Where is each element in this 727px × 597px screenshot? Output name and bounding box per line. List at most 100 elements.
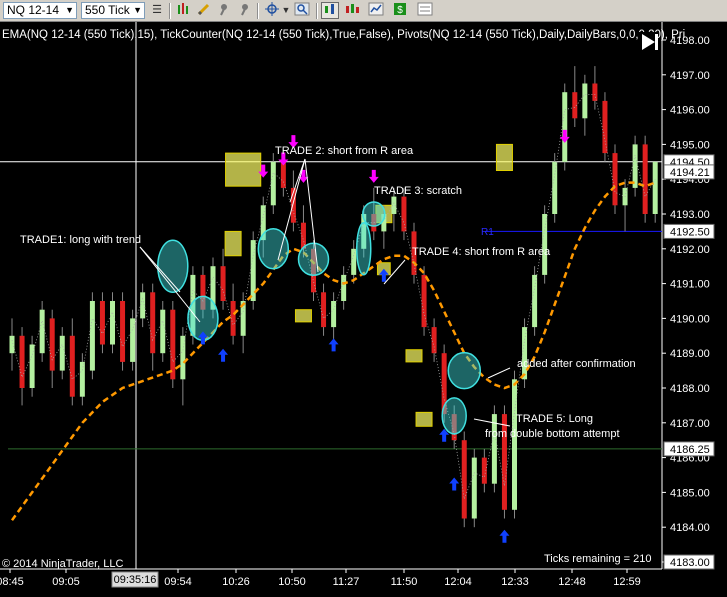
trade-ellipse	[447, 351, 481, 390]
svg-text:$: $	[397, 5, 403, 16]
candle-body	[491, 414, 497, 484]
price-chart[interactable]: EMA(NQ 12-14 (550 Tick),15), TickCounter…	[0, 22, 727, 597]
ticks-remaining: Ticks remaining = 210	[544, 553, 652, 565]
period-selector[interactable]: 550 Tick ▼	[81, 2, 145, 19]
candle-body	[652, 161, 658, 214]
magnifier-icon[interactable]	[293, 2, 311, 19]
candle-body	[140, 292, 146, 319]
candle-body	[120, 301, 126, 362]
candle-body	[431, 327, 437, 354]
entry-highlight-box	[225, 152, 262, 187]
period-label: 550 Tick	[85, 3, 130, 17]
pivot-r1-label: R1	[481, 227, 494, 238]
candle-body	[170, 309, 176, 380]
annotation-trade5-detail: from double bottom attempt	[485, 428, 620, 440]
time-tick-label: 12:33	[501, 576, 529, 588]
candle-body	[89, 301, 95, 371]
candle-body	[220, 266, 226, 301]
time-tick-label: 10:50	[278, 576, 306, 588]
toolbar-separator	[257, 3, 259, 19]
candle-body	[280, 161, 286, 188]
annotation-trade4: TRADE 4: short from R area	[412, 246, 551, 258]
time-tick-label: 12:48	[558, 576, 586, 588]
chevron-down-icon[interactable]: ▼	[281, 2, 291, 19]
pin-arrow-icon[interactable]	[235, 2, 253, 19]
annotation-trade5: TRADE 5: Long	[516, 413, 593, 425]
time-tick-label: 11:50	[391, 576, 418, 588]
price-flag-label: 4183.00	[670, 557, 710, 569]
trade-ellipse	[297, 242, 330, 276]
candle-body	[471, 457, 477, 519]
time-tick-label: 09:54	[164, 576, 192, 588]
time-tick-label: 09:05	[52, 576, 80, 588]
instrument-label: NQ 12-14	[7, 3, 60, 17]
candle-body	[602, 100, 608, 154]
crosshair-icon[interactable]	[263, 2, 281, 19]
toolbar-separator	[316, 3, 318, 19]
price-flag-label: 4192.50	[670, 226, 710, 238]
candle-body	[351, 248, 357, 275]
entry-highlight-box	[224, 230, 242, 257]
price-flag-label: 4186.25	[670, 444, 710, 456]
candle-body	[321, 292, 327, 328]
price-tick-label: 4184.00	[670, 522, 710, 534]
strategy-icon[interactable]: $	[391, 2, 409, 19]
trade-ellipse	[441, 397, 467, 435]
price-tick-label: 4196.00	[670, 105, 710, 117]
price-tick-label: 4197.00	[670, 70, 710, 82]
price-tick-label: 4193.00	[670, 209, 710, 221]
candle-body	[522, 327, 528, 380]
annotation-added: added after confirmation	[517, 358, 636, 370]
properties-icon[interactable]	[416, 2, 434, 19]
time-tick-label: 10:26	[222, 576, 250, 588]
candle-body	[401, 196, 407, 232]
price-tick-label: 4185.00	[670, 487, 710, 499]
candle-body	[341, 274, 347, 301]
chart-style-icon[interactable]	[367, 2, 385, 19]
price-tick-label: 4187.00	[670, 418, 710, 430]
price-tick-label: 4195.00	[670, 139, 710, 151]
candle-body	[180, 335, 186, 380]
price-tick-label: 4198.00	[670, 35, 710, 47]
price-tick-label: 4189.00	[670, 348, 710, 360]
candle-body	[29, 344, 35, 388]
pin-icon[interactable]	[215, 2, 233, 19]
trade-ellipse	[362, 201, 386, 227]
candle-body	[69, 335, 75, 397]
candle-body	[59, 335, 65, 371]
candle-body	[391, 196, 397, 214]
candle-body	[270, 161, 276, 206]
scroll-right-icon[interactable]	[638, 32, 658, 52]
entry-highlight-box	[495, 143, 513, 172]
hamburger-icon[interactable]: ☰	[148, 2, 166, 19]
chart-background	[0, 22, 727, 597]
pencil-icon[interactable]	[195, 2, 213, 19]
instrument-selector[interactable]: NQ 12-14 ▼	[3, 2, 77, 19]
chart-toolbar: NQ 12-14 ▼ 550 Tick ▼ ☰ ▼ $	[0, 0, 727, 22]
indicator-label: EMA(NQ 12-14 (550 Tick),15), TickCounter…	[2, 29, 685, 41]
candle-body	[582, 83, 588, 119]
candlestick-icon[interactable]	[343, 2, 361, 19]
time-tick-label: 11:27	[333, 576, 360, 588]
candle-body	[632, 144, 638, 188]
copyright-text: © 2014 NinjaTrader, LLC	[2, 558, 123, 570]
bar-chart-icon[interactable]	[175, 2, 193, 19]
price-tick-label: 4192.00	[670, 244, 710, 256]
candle-body	[421, 274, 427, 328]
candle-body	[562, 92, 568, 162]
chevron-down-icon: ▼	[133, 5, 142, 15]
data-box-icon[interactable]	[321, 2, 339, 19]
candle-body	[49, 318, 55, 371]
candle-body	[19, 335, 25, 388]
candle-body	[110, 301, 115, 345]
entry-highlight-box	[405, 349, 423, 363]
time-tick-label: 08:45	[0, 576, 24, 588]
entry-highlight-box	[294, 309, 312, 323]
time-tick-label: 12:59	[613, 576, 641, 588]
candle-body	[592, 83, 598, 101]
price-tick-label: 4191.00	[670, 279, 710, 291]
price-tick-label: 4188.00	[670, 383, 710, 395]
trade-ellipse	[356, 222, 372, 276]
candle-body	[150, 292, 156, 354]
candle-body	[461, 440, 467, 519]
